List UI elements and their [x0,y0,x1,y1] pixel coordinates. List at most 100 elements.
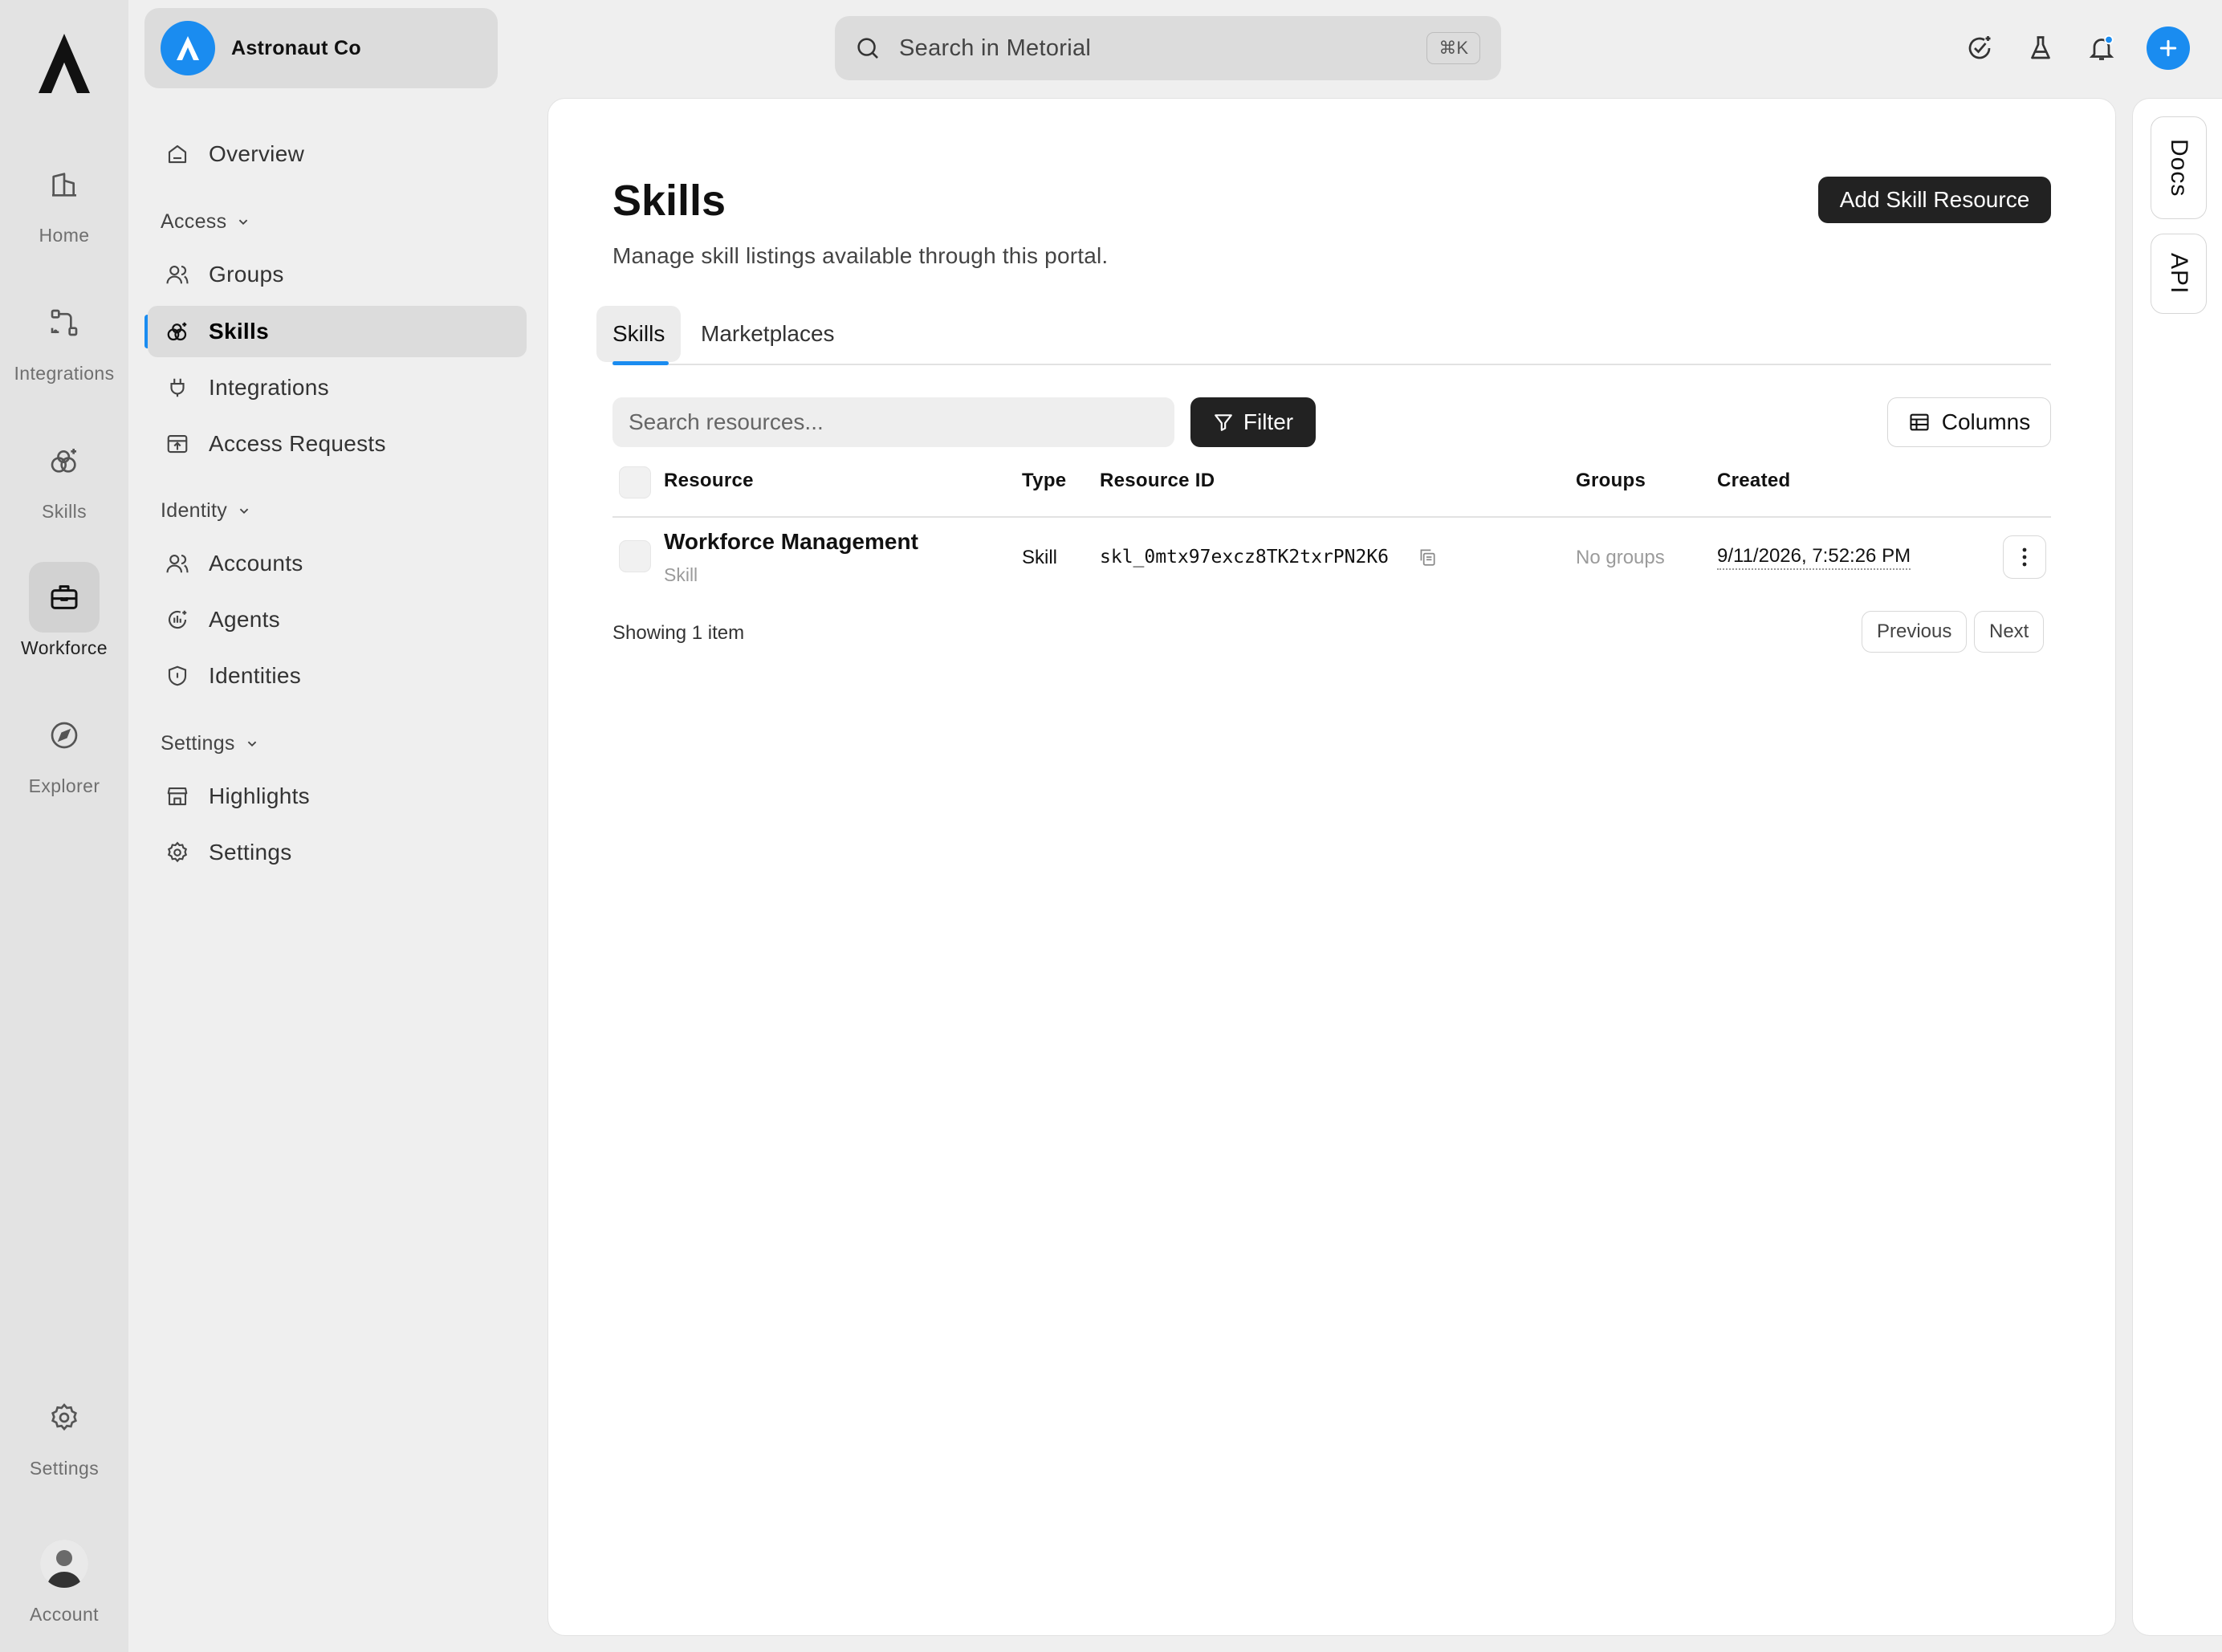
sidebar-item-access-requests[interactable]: Access Requests [148,418,527,470]
tabs-divider [612,364,2051,365]
filter-button[interactable]: Filter [1190,397,1316,447]
api-tab[interactable]: API [2151,234,2207,314]
copy-icon[interactable] [1417,547,1438,568]
sidebar-item-overview[interactable]: Overview [148,128,527,180]
bell-icon[interactable] [2082,29,2121,67]
sidebar-item-label: Access Requests [209,431,386,456]
integrations-icon [29,287,100,358]
add-skill-resource-button[interactable]: Add Skill Resource [1818,177,2051,223]
rail-item-account[interactable]: Account [0,1528,128,1649]
sidebar-section-identity[interactable]: Identity [161,494,253,527]
sidebar-section-settings[interactable]: Settings [161,727,261,759]
column-header-groups[interactable]: Groups [1576,470,1646,492]
tab-skills[interactable]: Skills [596,306,682,362]
sidebar-item-identities[interactable]: Identities [148,650,527,702]
resource-id: skl_0mtx97excz8TK2txrPN2K6 [1100,547,1390,568]
sidebar-item-label: Agents [209,607,280,632]
rail-item-workforce[interactable]: Workforce [0,562,128,682]
users-icon [164,550,191,577]
section-label: Access [161,210,227,233]
row-checkbox[interactable] [619,540,651,572]
next-page-button[interactable]: Next [1974,611,2045,653]
rail-item-settings[interactable]: Settings [0,1382,128,1503]
users-icon [164,261,191,288]
agent-icon [164,606,191,633]
org-switcher[interactable]: Astronaut Co [144,8,498,88]
compass-icon [29,700,100,771]
tab-marketplaces[interactable]: Marketplaces [685,306,851,362]
create-button[interactable] [2147,26,2190,70]
metorial-logo-icon[interactable] [35,31,93,98]
sidebar-item-accounts[interactable]: Accounts [148,538,527,589]
table-header-divider [612,516,2051,518]
rail-label-settings: Settings [29,1458,100,1479]
org-name: Astronaut Co [231,36,361,59]
resource-groups: No groups [1576,547,1665,568]
shortcut-badge: ⌘K [1426,32,1480,64]
created-timestamp: 9/11/2026, 7:52:26 PM [1717,545,1911,570]
columns-button[interactable]: Columns [1887,397,2051,447]
secondary-sidebar: Astronaut Co Overview Access Groups Skil [128,0,538,1652]
previous-page-button[interactable]: Previous [1862,611,1968,653]
select-all-checkbox[interactable] [619,466,651,498]
sidebar-item-agents[interactable]: Agents [148,594,527,645]
sidebar-item-groups[interactable]: Groups [148,249,527,300]
global-search[interactable]: Search in Metorial ⌘K [835,16,1501,80]
chevron-down-icon [247,741,256,747]
app-rail: Home Integrations Skills Workforce Explo… [0,0,128,1652]
resource-name[interactable]: Workforce Management [664,529,918,555]
skills-icon [164,318,191,345]
row-actions-button[interactable] [2003,535,2046,579]
rail-label-skills: Skills [41,501,87,522]
docs-panel: Docs API [2132,98,2222,1636]
plug-icon [164,374,191,401]
shield-icon [164,662,191,690]
rail-item-integrations[interactable]: Integrations [0,287,128,408]
resource-search-input[interactable] [612,397,1174,447]
page-title: Skills [612,177,726,225]
column-header-created[interactable]: Created [1717,470,1790,492]
column-header-resource-id[interactable]: Resource ID [1100,470,1215,492]
sidebar-item-label: Skills [209,319,269,344]
search-icon [857,38,878,59]
home-icon [164,140,191,168]
feedback-icon[interactable] [1960,29,1999,67]
resource-type: Skill [1022,547,1058,568]
building-icon [29,149,100,220]
rail-item-home[interactable]: Home [0,149,128,270]
column-header-type[interactable]: Type [1022,470,1066,492]
rail-label-home: Home [39,225,90,246]
rail-label-account: Account [30,1604,99,1625]
sidebar-item-integrations[interactable]: Integrations [148,362,527,413]
section-label: Identity [161,498,228,522]
gear-icon [164,839,191,866]
columns-label: Columns [1941,409,2031,434]
results-count: Showing 1 item [612,622,745,644]
sidebar-item-label: Groups [209,262,284,287]
flask-icon[interactable] [2021,29,2060,67]
sidebar-item-skills[interactable]: Skills [148,306,527,357]
sidebar-item-label: Accounts [209,551,303,576]
store-icon [164,783,191,810]
rail-label-integrations: Integrations [14,363,115,384]
sidebar-item-settings[interactable]: Settings [148,827,527,878]
org-logo-icon [161,21,215,75]
api-tab-label: API [2166,253,2192,295]
filter-label: Filter [1243,409,1294,434]
sidebar-section-access[interactable]: Access [161,205,252,238]
search-placeholder: Search in Metorial [899,35,1092,61]
rail-item-explorer[interactable]: Explorer [0,700,128,820]
sidebar-item-label: Overview [209,141,305,166]
sidebar-item-highlights[interactable]: Highlights [148,771,527,822]
active-tab-indicator [612,361,669,365]
avatar [40,1540,88,1588]
chevron-down-icon [239,219,248,226]
table-icon [1910,413,1929,431]
column-header-resource[interactable]: Resource [664,470,754,492]
rail-item-skills[interactable]: Skills [0,425,128,546]
sidebar-item-label: Settings [209,840,292,865]
main-panel: Skills Manage skill listings available t… [547,98,2116,1636]
rail-label-workforce: Workforce [21,637,108,658]
docs-tab[interactable]: Docs [2151,116,2207,219]
skills-icon [29,425,100,496]
